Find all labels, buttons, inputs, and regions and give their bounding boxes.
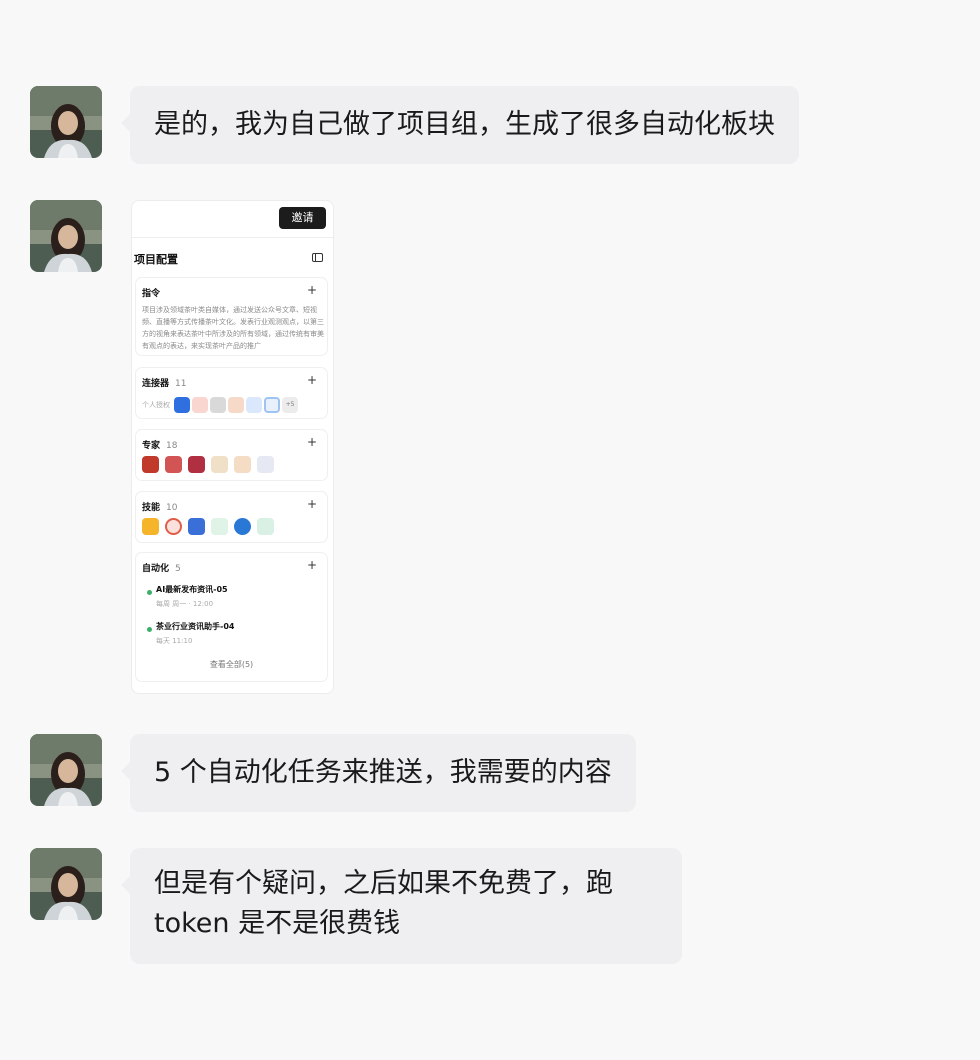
sidebar-toggle-icon <box>312 253 323 262</box>
chat-message: 是的，我为自己做了项目组，生成了很多自动化板块 <box>30 86 799 164</box>
ring-icon <box>264 397 280 413</box>
avatar[interactable] <box>30 86 102 158</box>
app-icon <box>228 397 244 413</box>
screenshot-header: 邀请 <box>132 201 333 238</box>
robot-icon <box>211 456 228 473</box>
robot-icon <box>234 456 251 473</box>
plus-icon: + <box>306 373 317 387</box>
chat-message: 5 个自动化任务来推送，我需要的内容 <box>30 734 636 812</box>
github-icon <box>210 397 226 413</box>
avatar[interactable] <box>30 734 102 806</box>
experts-heading: 专家 18 <box>142 441 178 451</box>
plus-icon: + <box>306 497 317 511</box>
plus-icon: + <box>306 558 317 572</box>
copyright-icon <box>234 518 251 535</box>
expert-avatar-icon <box>142 456 159 473</box>
screenshot-image[interactable]: 邀请 项目配置 指令 + 项目涉及领域茶叶类自媒体，通过发送公众号文章、短视频、… <box>131 200 334 694</box>
chat-message: 但是有个疑问，之后如果不免费了，跑 token 是不是很费钱 <box>30 848 682 964</box>
message-bubble[interactable]: 是的，我为自己做了项目组，生成了很多自动化板块 <box>121 86 799 164</box>
message-bubble[interactable]: 但是有个疑问，之后如果不免费了，跑 token 是不是很费钱 <box>121 848 682 964</box>
instructions-card: 指令 + 项目涉及领域茶叶类自媒体，通过发送公众号文章、短视频、直播等方式传播茶… <box>135 277 328 356</box>
message-bubble[interactable]: 5 个自动化任务来推送，我需要的内容 <box>121 734 636 812</box>
status-dot <box>147 590 152 595</box>
automation-heading: 自动化 5 <box>142 564 181 574</box>
plus-icon: + <box>306 435 317 449</box>
pinwheel-icon <box>192 397 208 413</box>
invite-button: 邀请 <box>279 207 326 229</box>
connectors-heading: 连接器 11 <box>142 379 187 389</box>
plus-icon: + <box>306 283 317 297</box>
experts-card: 专家 18 + <box>135 429 328 481</box>
status-dot <box>147 627 152 632</box>
expert-avatar-icon <box>188 456 205 473</box>
view-all-link: 查看全部(5) <box>209 660 254 669</box>
instructions-text: 项目涉及领域茶叶类自媒体，通过发送公众号文章、短视频、直播等方式传播茶叶文化。发… <box>142 306 324 350</box>
expert-list <box>142 456 280 473</box>
skill-list <box>142 518 280 535</box>
skills-card: 技能 10 + <box>135 491 328 543</box>
app-icon <box>257 518 274 535</box>
feishu-icon <box>174 397 190 413</box>
cloud-icon <box>211 518 228 535</box>
robot-icon <box>257 456 274 473</box>
app-icon <box>246 397 262 413</box>
mail-icon <box>142 518 159 535</box>
connector-list: 个人授权 +5 <box>142 397 300 413</box>
personal-auth-label: 个人授权 <box>142 401 170 409</box>
automation-item: AI最新发布资讯-05 每周 周一 · 12:00 <box>147 584 228 609</box>
avatar[interactable] <box>30 848 102 920</box>
chat-message-image: 邀请 项目配置 指令 + 项目涉及领域茶叶类自媒体，通过发送公众号文章、短视频、… <box>30 200 334 694</box>
automation-item: 茶业行业资讯助手-04 每天 11:10 <box>147 621 234 646</box>
pin-icon <box>165 518 182 535</box>
instructions-heading: 指令 <box>142 289 161 299</box>
automation-card: 自动化 5 + AI最新发布资讯-05 每周 周一 · 12:00 茶业行业资讯助… <box>135 552 328 682</box>
connectors-card: 连接器 11 + 个人授权 +5 <box>135 367 328 419</box>
more-badge: +5 <box>282 397 298 413</box>
skills-heading: 技能 10 <box>142 503 178 513</box>
doc-icon <box>188 518 205 535</box>
avatar[interactable] <box>30 200 102 272</box>
expert-avatar-icon <box>165 456 182 473</box>
project-config-title: 项目配置 <box>134 253 178 266</box>
